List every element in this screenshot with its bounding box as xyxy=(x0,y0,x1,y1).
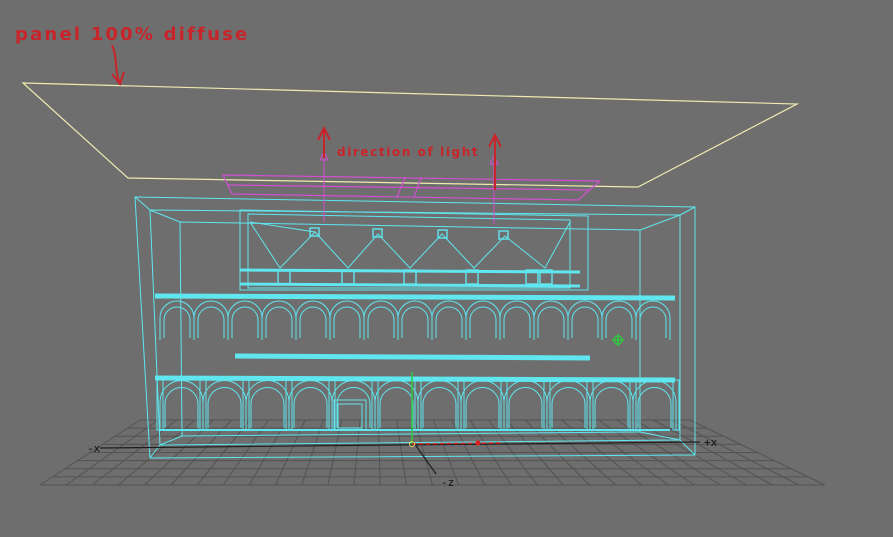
panel-pointer-arrow xyxy=(111,44,125,87)
light-direction-arrows xyxy=(317,125,502,224)
3d-viewport[interactable] xyxy=(0,0,893,537)
light-direction-annotation-label: direction of light xyxy=(337,145,480,159)
axis-label-neg-z: -z xyxy=(441,476,455,489)
axis-label-neg-x: -x xyxy=(87,442,101,455)
axis-label-pos-x: +x xyxy=(704,436,718,449)
light-emitter-outline[interactable] xyxy=(222,174,602,201)
panel-annotation-label: panel 100% diffuse xyxy=(15,24,250,45)
diffuse-panel-outline[interactable] xyxy=(21,82,800,188)
pivot-marker-icon[interactable] xyxy=(612,334,624,346)
truss-brackets xyxy=(277,227,553,285)
building-wireframe[interactable] xyxy=(134,196,696,459)
